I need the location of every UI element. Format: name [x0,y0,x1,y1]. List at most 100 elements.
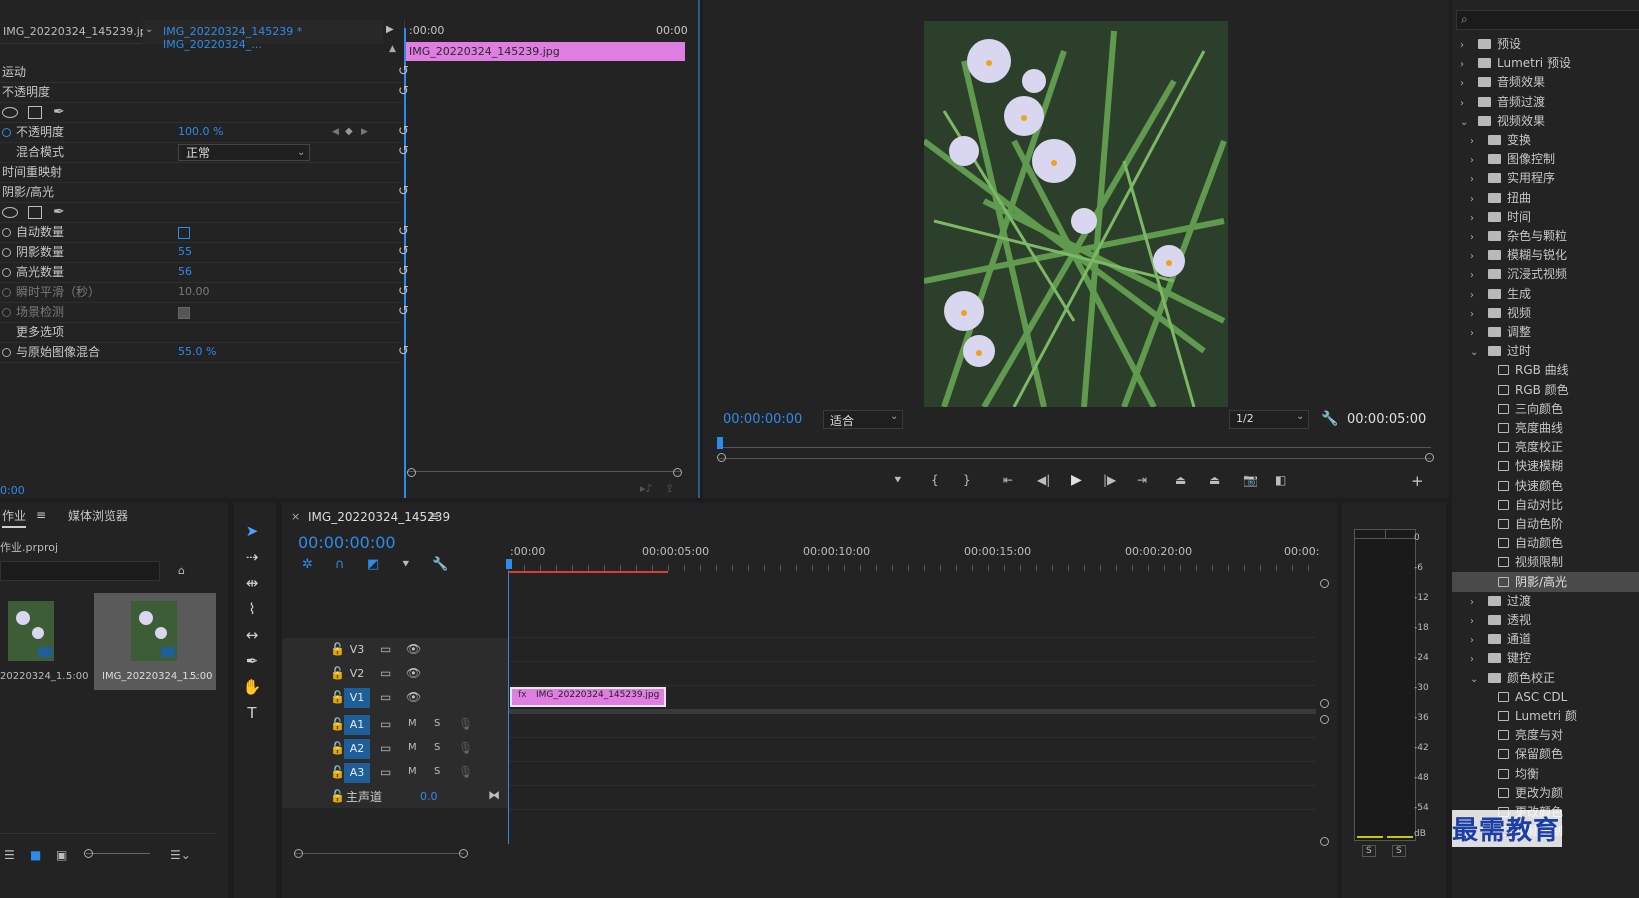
timeline-timecode[interactable]: 00:00:00:00 [298,533,396,552]
sync-lock-icon[interactable]: ▭ [380,666,391,680]
mic-icon[interactable]: 🎙 [458,717,473,731]
effects-tree-item[interactable]: › 变换 [1452,130,1639,150]
effects-tree-item[interactable]: 自动色阶 [1452,514,1639,534]
ellipse-mask-icon[interactable] [2,107,18,118]
eye-icon[interactable]: 👁 [406,642,421,656]
lock-icon[interactable]: 🔓 [330,789,345,803]
zoom-handle-left[interactable] [407,468,416,477]
row-scene-detect[interactable]: 场景检测 ↺ [0,302,409,323]
effects-search-input[interactable]: ⌕ [1456,10,1639,30]
fit-select[interactable]: 适合 ⌄ [823,410,903,429]
icon-view-icon[interactable]: ■ [30,848,41,862]
lock-icon[interactable]: 🔓 [330,690,345,704]
pen-tool-icon[interactable]: ✒ [240,649,264,673]
reset-icon[interactable]: ↺ [398,285,412,299]
effects-tree-item[interactable]: › 杂色与颗粒 [1452,226,1639,246]
project-search-input[interactable] [0,561,160,581]
effects-tree-item[interactable]: 三向颜色 [1452,399,1639,419]
reset-icon[interactable]: ↺ [398,185,412,199]
freeform-view-icon[interactable]: ▣ [56,848,67,862]
selection-tool-icon[interactable]: ➤ [240,519,264,543]
effects-tree-item[interactable]: › 实用程序 [1452,168,1639,188]
program-timeline-ruler[interactable] [719,447,1431,448]
effects-tree-item[interactable]: 快速模糊 [1452,456,1639,476]
reset-icon[interactable]: ↺ [398,65,412,79]
tab-media-browser[interactable]: 媒体浏览器 [68,504,128,528]
mute-button[interactable]: M [408,766,417,777]
blend-original-value[interactable]: 55.0 % [178,342,216,362]
row-opacity-group[interactable]: 不透明度 ↺ [0,82,409,103]
filter-icon[interactable]: ▸♪ [640,482,653,495]
timeline-ruler[interactable]: :00:00 00:00:05:00 00:00:10:00 00:00:15:… [506,545,1319,573]
row-opacity[interactable]: 不透明度 100.0 % ◀ ◆ ▶ ↺ [0,122,409,143]
list-view-icon[interactable]: ☰ [4,848,15,862]
reset-icon[interactable]: ↺ [398,265,412,279]
track-label[interactable]: A3 [344,763,370,783]
ripple-edit-tool-icon[interactable]: ⇹ [240,571,264,595]
effects-tree-item[interactable]: 自动对比 [1452,495,1639,515]
snap-icon[interactable]: ✲ [302,557,313,572]
zoom-slider-handle[interactable] [84,849,93,858]
zoom-scrollbar[interactable] [407,471,681,477]
effects-tree-item[interactable]: RGB 曲线 [1452,360,1639,380]
effects-tree-item[interactable]: › 沉浸式视频 [1452,264,1639,284]
marker-icon[interactable]: ⯆ [401,557,411,572]
marker-icon[interactable]: ⯆ [893,473,903,488]
step-back-icon[interactable]: ◀| [1037,473,1050,487]
lock-icon[interactable]: 🔓 [330,741,345,755]
zoom-handle-left[interactable] [294,849,303,858]
compare-view-icon[interactable]: ◧ [1275,473,1286,487]
meter-solo-left-button[interactable]: S [1362,845,1376,857]
row-temporal-smoothing[interactable]: 瞬时平滑（秒） 10.00 ↺ [0,282,409,303]
blend-mode-select[interactable]: 正常 ⌄ [178,144,310,161]
zoom-handle-right[interactable] [673,468,682,477]
effects-tree-item[interactable]: › 键控 [1452,648,1639,668]
reset-icon[interactable]: ↺ [398,345,412,359]
row-motion[interactable]: 运动 ↺ [0,62,409,83]
effects-tree-item[interactable]: ⌄ 颜色校正 [1452,668,1639,688]
camera-icon[interactable]: 📷 [1243,473,1258,487]
effects-tree-item[interactable]: › 过渡 [1452,591,1639,611]
next-keyframe-icon[interactable]: ▶ [361,122,368,142]
program-video-frame[interactable] [924,21,1228,407]
track-label[interactable]: V2 [344,664,370,684]
sync-lock-icon[interactable]: ▭ [380,690,391,704]
master-volume-value[interactable]: 0.0 [420,790,438,803]
sync-lock-icon[interactable]: ▭ [380,717,391,731]
effects-tree-item[interactable]: 均衡 [1452,764,1639,784]
effects-tree-item[interactable]: 亮度与对 [1452,725,1639,745]
sync-lock-icon[interactable]: ▭ [380,741,391,755]
new-bin-icon[interactable]: ⌂ [178,564,185,577]
sort-icon[interactable]: ☰⌄ [170,848,191,862]
opacity-value[interactable]: 100.0 % [178,122,223,142]
effects-tree-item[interactable]: 视频限制 [1452,552,1639,572]
effects-tree-item[interactable]: 阴影/高光 [1452,571,1639,592]
bowtie-icon[interactable]: ⧓ [488,788,500,802]
effects-tree-item[interactable]: › Lumetri 预设 [1452,53,1639,73]
program-playhead[interactable] [717,437,723,449]
effects-tree-item[interactable]: › 视频 [1452,303,1639,323]
pen-mask-icon[interactable]: ✒ [53,102,65,122]
effects-tree-item[interactable]: 保留颜色 [1452,744,1639,764]
sync-lock-icon[interactable]: ▭ [380,765,391,779]
effects-tree-item[interactable]: › 调整 [1452,322,1639,342]
lock-icon[interactable]: 🔓 [330,717,345,731]
source-tab[interactable]: IMG_20220324_145239.jpg [0,20,154,44]
linked-selection-icon[interactable]: ∩ [335,557,345,572]
highlight-amount-value[interactable]: 56 [178,262,192,282]
effects-tree-item[interactable]: 亮度曲线 [1452,418,1639,438]
go-to-out-icon[interactable]: ⇥ [1137,473,1147,487]
effects-tree-item[interactable]: 快速颜色 [1452,476,1639,496]
prev-keyframe-icon[interactable]: ◀ [332,122,339,142]
row-auto-amount[interactable]: 自动数量 ↺ [0,222,409,243]
reset-icon[interactable]: ↺ [398,225,412,239]
playhead-head[interactable] [506,559,512,569]
effects-tree-item[interactable]: ASC CDL [1452,687,1639,707]
add-keyframe-icon[interactable]: ◆ [345,122,353,142]
effects-tree-item[interactable]: RGB 颜色 [1452,380,1639,400]
add-button-icon[interactable]: + [1411,472,1424,490]
zoom-handle-left[interactable] [717,453,726,462]
program-zoom-bar[interactable] [719,458,1431,459]
auto-amount-checkbox[interactable] [178,227,190,239]
zoom-handle-right[interactable] [459,849,468,858]
